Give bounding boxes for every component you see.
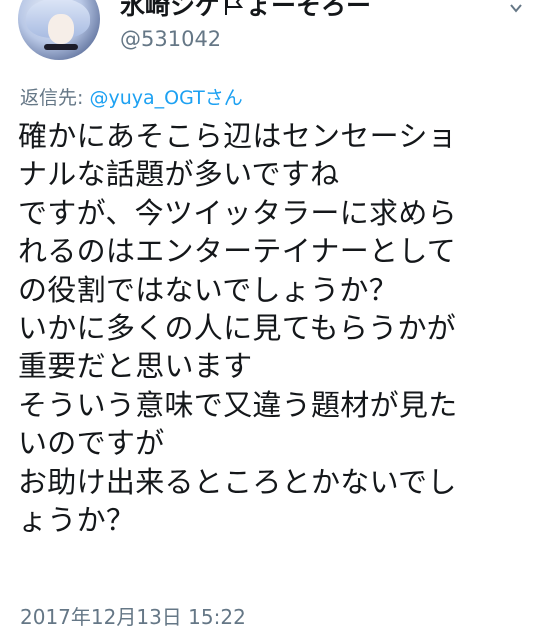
reply-prefix: 返信先: <box>20 87 90 109</box>
tweet-line: いかに多くの人に見てもらうかが <box>18 311 457 346</box>
tweet-line: れるのはエンターテイナーとして <box>18 234 457 269</box>
user-handle[interactable]: @531042 <box>120 26 221 52</box>
avatar-choker <box>44 44 78 50</box>
avatar[interactable] <box>18 0 100 60</box>
display-name-text: 氷崎シゲ <box>120 0 221 20</box>
tweet-timestamp[interactable]: 2017年12月13日 15:22 <box>20 604 246 630</box>
tweet-line: 重要だと思います <box>18 349 253 384</box>
display-name-suffix: ょーそろー <box>246 0 372 20</box>
tweet-text: 確かにあそこら辺はセンセーショ ナルな話題が多いですね ですが、今ツイッタラーに… <box>18 117 538 539</box>
tweet-line: お助け出来るところとかないでし <box>18 464 457 499</box>
tweet-header: 氷崎シゲ ょーそろー @531042 <box>0 0 550 78</box>
chevron-down-icon[interactable] <box>510 0 522 13</box>
tweet-line: の役割ではないでしょうか？ <box>18 272 399 307</box>
tweet-line: ナルな話題が多いですね <box>18 157 340 192</box>
tweet-line: ょうか？ <box>18 503 136 538</box>
reply-suffix: さん <box>204 87 243 109</box>
flag-icon <box>222 0 244 15</box>
tweet-line: ですが、今ツイッタラーに求めら <box>18 195 457 230</box>
tweet-line: いのですが <box>18 426 165 461</box>
avatar-face <box>48 14 74 44</box>
display-name[interactable]: 氷崎シゲ ょーそろー <box>120 0 371 21</box>
tweet-line: そういう意味で又違う題材が見た <box>18 387 458 422</box>
tweet-line: 確かにあそこら辺はセンセーショ <box>18 119 457 153</box>
reply-to: 返信先: @yuya_OGTさん <box>20 86 243 110</box>
reply-mention[interactable]: @yuya_OGT <box>89 87 204 109</box>
